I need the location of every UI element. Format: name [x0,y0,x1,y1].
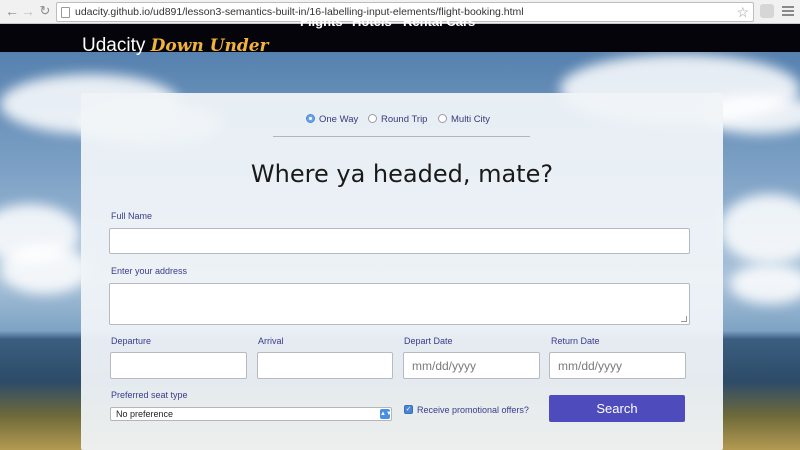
back-arrow-icon[interactable]: ← [4,3,20,19]
page-icon [61,7,70,18]
radio-icon[interactable] [368,114,377,123]
arrival-label: Arrival [258,336,284,346]
reload-icon[interactable]: ↻ [37,3,53,19]
trip-option-label: One Way [319,114,359,125]
arrival-field[interactable] [257,352,393,379]
trip-option-multi-city[interactable]: Multi City [438,114,490,125]
trip-option-label: Round Trip [381,114,428,125]
departure-field[interactable] [110,352,247,379]
address-label: Enter your address [111,266,188,276]
nav-hotels[interactable]: Hotels [352,14,392,29]
brand-logo[interactable]: Udacity Down Under [82,35,268,57]
menu-icon[interactable] [782,4,794,18]
site-header: Udacity Down Under [0,24,800,56]
forward-arrow-icon[interactable]: → [20,3,36,19]
browser-toolbar: ← → ↻ udacity.github.io/ud891/lesson3-se… [0,0,800,24]
full-name-field[interactable] [109,228,690,254]
form-heading: Where ya headed, mate? [250,160,554,188]
return-date-input[interactable] [550,353,685,378]
extension-icon[interactable] [760,4,774,18]
divider [273,136,530,137]
departure-input[interactable] [111,353,246,378]
radio-icon[interactable] [438,114,447,123]
chevron-updown-icon[interactable]: ▲▼ [380,409,392,419]
seat-type-value: No preference [116,409,174,419]
depart-date-field[interactable] [403,352,540,379]
nav-flights[interactable]: Flights [300,14,343,29]
trip-option-round-trip[interactable]: Round Trip [368,114,427,125]
seat-type-select[interactable]: No preference ▲▼ [110,407,392,421]
address-textarea[interactable] [109,283,690,325]
full-name-label: Full Name [111,211,153,221]
return-date-label: Return Date [551,336,600,346]
depart-date-input[interactable] [404,353,539,378]
full-name-input[interactable] [110,229,689,253]
resize-handle-icon[interactable] [681,316,687,322]
promo-label: Receive promotional offers? [417,405,529,415]
brand-accent: Down Under [150,36,269,56]
bookmark-star-icon[interactable]: ☆ [736,4,749,21]
brand-name: Udacity [82,35,146,56]
trip-option-one-way[interactable]: One Way [306,114,358,125]
depart-date-label: Depart Date [404,336,453,346]
trip-option-label: Multi City [451,114,491,125]
arrival-input[interactable] [258,353,392,378]
departure-label: Departure [111,336,152,346]
seat-type-label: Preferred seat type [111,390,188,400]
nav-rental-cars[interactable]: Rental Cars [403,14,475,29]
promo-checkbox[interactable]: ✓ [404,405,413,414]
return-date-field[interactable] [549,352,686,379]
search-button[interactable]: Search [549,395,685,422]
radio-selected-icon[interactable] [306,114,315,123]
